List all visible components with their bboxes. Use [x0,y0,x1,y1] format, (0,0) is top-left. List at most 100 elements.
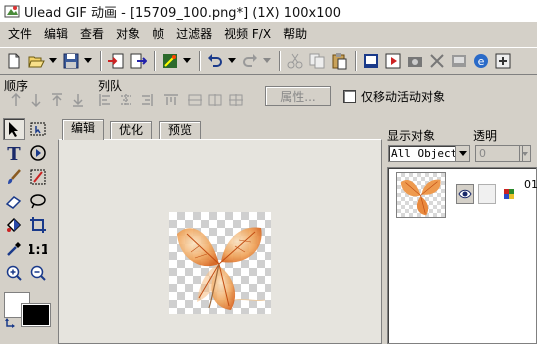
eraser-tool-icon[interactable] [3,190,25,212]
object-list: 01 [387,167,537,344]
pointer-tool-icon[interactable] [3,118,25,140]
opacity-value: 0 [479,147,486,160]
align-left-icon[interactable] [98,93,114,107]
display-objects-label: 显示对象 [387,129,436,143]
cut-icon [285,51,305,71]
background-color-swatch[interactable] [21,303,51,327]
tab-edit[interactable]: 编辑 [62,119,105,140]
properties-button[interactable]: 属性... [265,86,331,106]
options-icon[interactable] [493,51,513,71]
undo-icon[interactable] [205,51,225,71]
object-thumbnail[interactable] [396,172,446,218]
move-bottom-icon[interactable] [70,93,86,107]
crop-tool-icon[interactable] [27,214,49,236]
chevron-down-icon[interactable] [455,146,469,161]
redo-dropdown [262,51,272,71]
object-filter-value: All Objects [391,147,464,160]
menu-filter[interactable]: 过滤器 [170,24,218,44]
snapshot-icon[interactable] [405,51,425,71]
opacity-dropdown-arrow [519,145,531,162]
move-down-icon[interactable] [28,93,44,108]
tab-optimize[interactable]: 优化 [110,121,153,139]
web-icon[interactable]: e [471,51,491,71]
zoom-out-icon[interactable] [27,262,49,284]
align-top-icon[interactable] [163,93,179,107]
svg-text:1:1: 1:1 [29,243,47,258]
menu-help[interactable]: 帮助 [277,24,313,44]
object-number: 01 [524,178,537,191]
svg-text:T: T [7,144,21,162]
menu-frame[interactable]: 帧 [146,24,170,44]
leaf-image[interactable] [169,212,271,314]
object-item[interactable]: 01 [392,172,537,220]
tab-preview[interactable]: 预览 [159,121,202,139]
move-active-only-label: 仅移动活动对象 [361,90,446,104]
menu-object[interactable]: 对象 [110,24,146,44]
import-icon[interactable] [106,51,126,71]
export-icon[interactable] [128,51,148,71]
move-up-icon[interactable] [8,92,24,107]
move-active-only-checkbox[interactable] [343,90,356,103]
menu-view[interactable]: 查看 [74,24,110,44]
lock-toggle-button[interactable] [478,184,496,204]
align-right-icon[interactable] [138,93,154,107]
move-top-icon[interactable] [49,93,65,107]
wizard-dropdown[interactable] [182,51,192,71]
preview-icon[interactable] [361,51,381,71]
optimize-wizard-icon[interactable] [160,51,180,71]
opacity-input: 0 [475,145,523,162]
toolbar-divider [279,50,281,71]
toolbar-divider [355,50,357,71]
ulead-gif-animator-icon [4,3,20,19]
marquee-tool-icon[interactable] [27,118,49,140]
menu-video-fx[interactable]: 视频 F/X [218,24,277,44]
window-title: Ulead GIF 动画 - [15709_100.png*] (1X) 100… [24,5,342,21]
redo-icon [240,51,260,71]
svg-text:e: e [478,55,485,68]
actual-size-icon[interactable]: 1:1 [27,238,49,260]
copy-icon [307,51,327,71]
undo-dropdown[interactable] [227,51,237,71]
object-manager-panel: 显示对象 透明 All Objects 0 01 [385,119,537,344]
play-icon[interactable] [383,51,403,71]
magic-wand-tool-icon[interactable] [27,166,49,188]
swap-colors-icon[interactable] [4,316,18,330]
browser-icon[interactable] [449,51,469,71]
visibility-eye-icon[interactable] [456,184,474,204]
zoom-in-icon[interactable] [3,262,25,284]
tools-icon[interactable] [427,51,447,71]
save-icon[interactable] [61,51,81,71]
order-label: 顺序 [4,79,29,93]
distribute-icon[interactable] [228,93,244,107]
menu-file[interactable]: 文件 [2,24,38,44]
new-icon[interactable] [4,51,24,71]
toolbar-divider [100,50,102,71]
edit-canvas[interactable] [58,139,382,344]
editor-panel: 编辑 优化 预览 [58,119,382,344]
eyedropper-tool-icon[interactable] [3,238,25,260]
align-bottom-icon[interactable] [207,93,223,107]
transform-tool-icon[interactable] [27,142,49,164]
align-center-icon[interactable] [118,93,134,107]
paint-bucket-tool-icon[interactable] [3,214,25,236]
text-tool-icon[interactable]: T [3,142,25,164]
open-icon[interactable] [26,51,46,71]
open-dropdown[interactable] [48,51,58,71]
color-palette-icon [504,188,514,199]
move-active-only-option[interactable]: 仅移动活动对象 [343,88,445,105]
opacity-label: 透明 [473,129,498,143]
paintbrush-tool-icon[interactable] [3,166,25,188]
paste-icon[interactable] [329,51,349,71]
title-bar: Ulead GIF 动画 - [15709_100.png*] (1X) 100… [0,0,537,22]
toolbar-divider [199,50,201,71]
menu-bar: 文件 编辑 查看 对象 帧 过滤器 视频 F/X 帮助 [0,24,537,44]
editor-tabs: 编辑 优化 预览 [58,119,382,140]
align-middle-icon[interactable] [187,93,203,107]
save-dropdown[interactable] [83,51,93,71]
lasso-tool-icon[interactable] [27,190,49,212]
main-toolbar: e [0,47,537,73]
toolbar-divider [154,50,156,71]
object-filter-select[interactable]: All Objects [388,145,470,162]
menu-edit[interactable]: 编辑 [38,24,74,44]
queue-label: 列队 [98,79,123,93]
